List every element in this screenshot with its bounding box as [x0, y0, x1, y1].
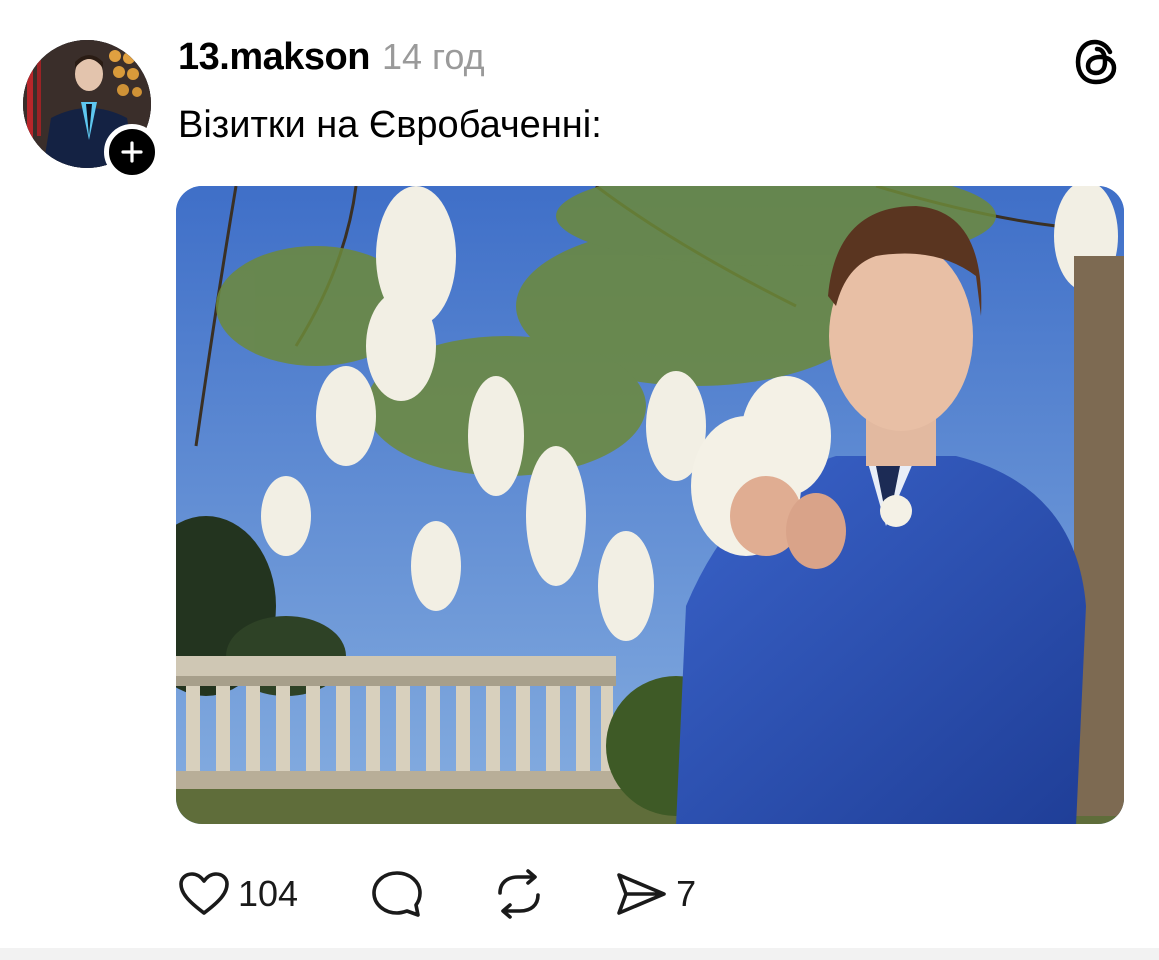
timestamp: 14 год	[381, 36, 485, 77]
heart-icon	[179, 872, 229, 915]
post-header: 13.makson 14 год	[178, 36, 485, 86]
action-bar: 104 7	[178, 866, 696, 922]
like-button[interactable]: 104	[178, 871, 298, 917]
share-count: 7	[676, 873, 697, 914]
send-icon	[617, 873, 666, 915]
divider	[0, 948, 1159, 960]
like-count: 104	[238, 873, 299, 914]
repost-button[interactable]	[492, 869, 546, 919]
share-button[interactable]: 7	[614, 869, 696, 919]
comment-icon	[372, 871, 422, 917]
post-text: Візитки на Євробаченні:	[178, 104, 602, 146]
photo-man-with-flowers	[176, 186, 1124, 824]
post-media[interactable]	[176, 186, 1124, 824]
username[interactable]: 13.makson	[178, 36, 370, 79]
reply-button[interactable]	[370, 869, 424, 919]
plus-icon	[121, 141, 143, 163]
repost-icon	[498, 869, 540, 919]
threads-logo-icon[interactable]	[1074, 38, 1120, 86]
follow-button[interactable]	[104, 124, 160, 180]
